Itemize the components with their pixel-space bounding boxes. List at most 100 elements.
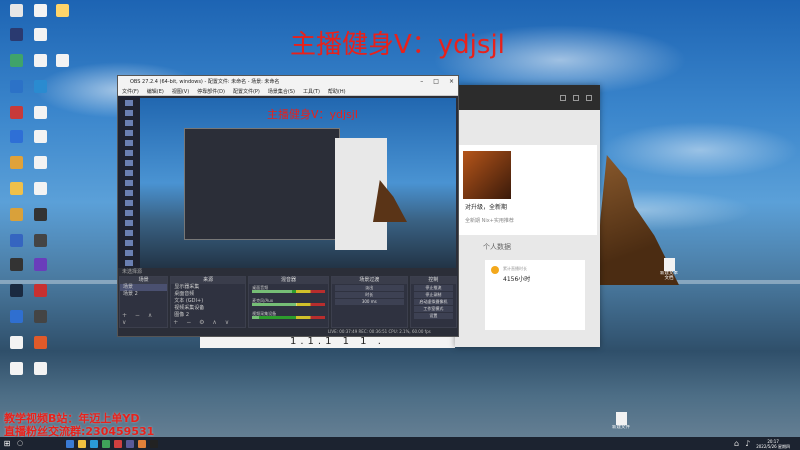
- background-app-text: 1.1.1 1 1 .: [290, 336, 385, 347]
- settings-button[interactable]: 设置: [413, 313, 453, 319]
- source-item[interactable]: 文本 (GDI+): [171, 298, 245, 305]
- desktop-icon[interactable]: [4, 80, 28, 98]
- mixer-track[interactable]: 麦克风/Aux: [252, 299, 325, 310]
- mixer-track[interactable]: 桌面音频: [252, 286, 325, 297]
- desktop-icon[interactable]: [4, 130, 28, 148]
- desktop-icon[interactable]: [4, 310, 28, 328]
- promo-poster-image: [463, 151, 511, 199]
- desktop-icon[interactable]: [28, 130, 52, 148]
- desktop-icon[interactable]: [28, 28, 52, 46]
- scenes-dock: 场景 场景 场景 2 + − ∧ ∨: [119, 276, 169, 328]
- streaming-app-window[interactable]: 对升级，全新期 全新期 Nix+实用推荐 个人数据 累计直播时长 4156小时: [455, 85, 600, 347]
- desktop-icon[interactable]: [28, 336, 52, 354]
- clock-date: 2022/5/26 星期四: [756, 443, 790, 449]
- desktop-icon[interactable]: [28, 284, 52, 302]
- obs-titlebar: OBS 27.2.4 (64-bit, windows) - 配置文件: 未命名…: [118, 76, 458, 88]
- stats-card: 累计直播时长 4156小时: [485, 260, 585, 330]
- menu-scene-collection[interactable]: 场景集合(S): [268, 88, 295, 95]
- obs-window-title: OBS 27.2.4 (64-bit, windows) - 配置文件: 未命名…: [130, 79, 280, 85]
- scene-item[interactable]: 场景 2: [120, 291, 167, 298]
- source-item[interactable]: 图像 2: [171, 312, 245, 319]
- desktop-icon[interactable]: [50, 4, 74, 22]
- taskbar-app-icon[interactable]: [150, 439, 158, 448]
- desktop-icon[interactable]: [28, 362, 52, 380]
- desktop-icon[interactable]: [4, 208, 28, 226]
- studio-mode-button[interactable]: 工作室模式: [413, 306, 453, 312]
- desktop-icons: [2, 2, 74, 412]
- desktop-icon[interactable]: [4, 234, 28, 252]
- desktop-icon[interactable]: [4, 182, 28, 200]
- maximize-icon[interactable]: □: [433, 76, 439, 88]
- desktop-icon[interactable]: [4, 258, 28, 276]
- desktop-icon[interactable]: [4, 106, 28, 124]
- close-icon[interactable]: ×: [449, 76, 454, 88]
- virtual-camera-button[interactable]: 启动虚拟摄像机: [413, 299, 453, 305]
- stop-streaming-button[interactable]: 停止推流: [413, 285, 453, 291]
- desktop-icon[interactable]: [28, 4, 52, 22]
- desktop-icon[interactable]: [28, 258, 52, 276]
- menu-view[interactable]: 视图(V): [172, 88, 189, 95]
- source-item[interactable]: 视频采集设备: [171, 305, 245, 312]
- stop-recording-button[interactable]: 停止录制: [413, 292, 453, 298]
- transitions-header: 场景过渡: [331, 277, 407, 284]
- taskbar-app-icon[interactable]: [114, 439, 122, 448]
- menu-help[interactable]: 帮助(H): [328, 88, 346, 95]
- desktop-icon[interactable]: [28, 208, 52, 226]
- search-icon[interactable]: ○: [14, 437, 26, 450]
- taskbar-app-icon[interactable]: [78, 439, 86, 448]
- windows-logo-icon[interactable]: ⊞: [0, 437, 14, 450]
- preview-nested-obs: [184, 128, 340, 240]
- menu-edit[interactable]: 编辑(E): [147, 88, 164, 95]
- desktop-icon[interactable]: [4, 336, 28, 354]
- taskbar-clock[interactable]: 20:17 2022/5/26 星期四: [756, 439, 790, 449]
- desktop-icon[interactable]: [28, 234, 52, 252]
- taskbar-app-icon[interactable]: [66, 439, 74, 448]
- obs-window[interactable]: OBS 27.2.4 (64-bit, windows) - 配置文件: 未命名…: [117, 75, 459, 337]
- menu-tools[interactable]: 工具(T): [303, 88, 320, 95]
- desktop-icon[interactable]: [28, 182, 52, 200]
- close-icon[interactable]: [586, 94, 592, 101]
- promo-card-subtitle: 全新期 Nix+实用推荐: [465, 218, 514, 224]
- desktop-icon[interactable]: [4, 54, 28, 72]
- minimize-icon[interactable]: [560, 94, 566, 101]
- desktop-icon[interactable]: [28, 106, 52, 124]
- obs-menubar: 文件(F) 编辑(E) 视图(V) 停靠部件(D) 配置文件(P) 场景集合(S…: [118, 88, 458, 96]
- promo-card-title: 对升级，全新期: [465, 204, 508, 211]
- taskbar-app-icon[interactable]: [138, 439, 146, 448]
- desktop-icon[interactable]: [50, 54, 74, 72]
- transition-duration-field[interactable]: 300 ms: [334, 299, 404, 305]
- desktop-icon[interactable]: [4, 362, 28, 380]
- desktop-icon[interactable]: [4, 28, 28, 46]
- desktop-icon[interactable]: [28, 310, 52, 328]
- preview-left-icons: [118, 96, 140, 268]
- network-icon[interactable]: ⌂: [734, 439, 739, 448]
- source-tools[interactable]: + − ⚙ ∧ ∨: [173, 319, 232, 326]
- desktop-icon[interactable]: [4, 284, 28, 302]
- desktop-file-icon[interactable]: 新建文件: [610, 412, 632, 435]
- scene-tools[interactable]: + − ∧ ∨: [122, 312, 167, 326]
- source-item[interactable]: 显示器采集: [171, 284, 245, 291]
- desktop-icon[interactable]: [4, 156, 28, 174]
- menu-profile[interactable]: 配置文件(P): [233, 88, 260, 95]
- menu-file[interactable]: 文件(F): [122, 88, 139, 95]
- promo-card[interactable]: 对升级，全新期 全新期 Nix+实用推荐: [459, 145, 597, 235]
- volume-icon[interactable]: ♪: [745, 439, 750, 448]
- preview-overlay-title: 主播健身V：ydjsjl: [267, 108, 358, 121]
- minimize-icon[interactable]: –: [420, 76, 423, 88]
- transition-select[interactable]: 淡出: [334, 285, 404, 291]
- desktop-icon[interactable]: [28, 80, 52, 98]
- desktop-icon[interactable]: [28, 156, 52, 174]
- maximize-icon[interactable]: [573, 94, 579, 101]
- desktop-icon[interactable]: [28, 54, 52, 72]
- scene-item[interactable]: 场景: [120, 284, 168, 291]
- desktop-icon[interactable]: [4, 4, 28, 22]
- mixer-track[interactable]: 视频采集设备: [252, 312, 325, 323]
- taskbar-app-icon[interactable]: [126, 439, 134, 448]
- desktop-file-icon[interactable]: 新建文本文档: [658, 258, 680, 281]
- taskbar-app-icon[interactable]: [102, 439, 110, 448]
- menu-docks[interactable]: 停靠部件(D): [197, 88, 225, 95]
- taskbar-app-icon[interactable]: [90, 439, 98, 448]
- transitions-dock: 场景过渡 淡出 时长 300 ms: [330, 276, 408, 328]
- obs-preview[interactable]: 主播健身V：ydjsjl: [140, 98, 456, 268]
- source-item[interactable]: 桌面音频: [171, 291, 245, 298]
